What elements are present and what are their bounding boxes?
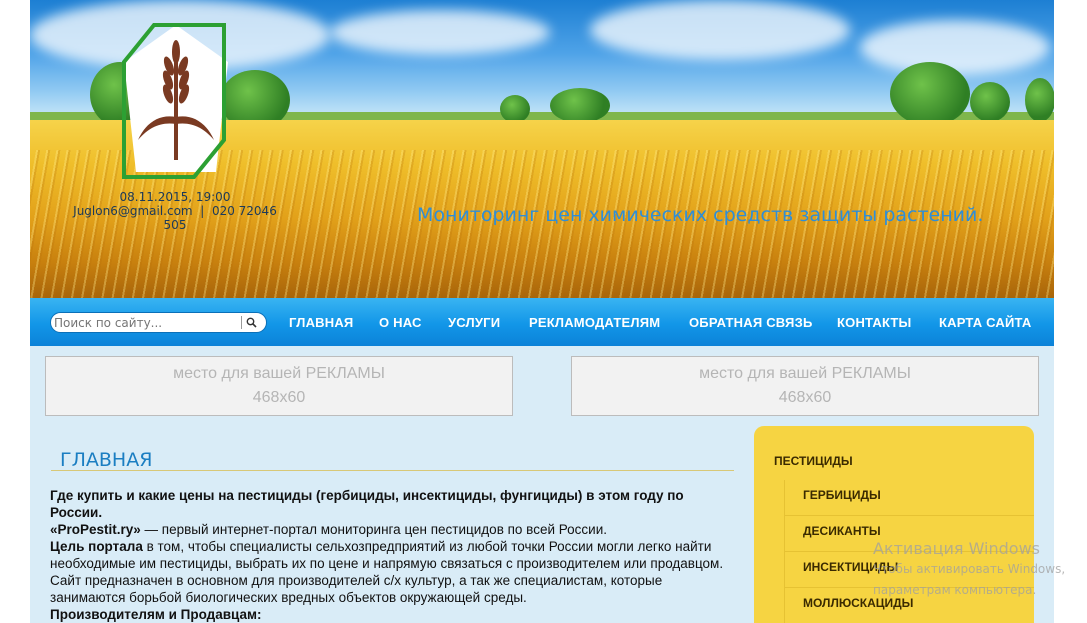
brand-name: «ProPestit.ry» xyxy=(50,522,141,537)
ad-text: место для вашей РЕКЛАМЫ xyxy=(699,365,911,382)
nav-item-contacts[interactable]: КОНТАКТЫ xyxy=(837,315,911,330)
header-separator: | xyxy=(200,204,205,218)
ad-size: 468x60 xyxy=(252,389,306,406)
producers-heading: Производителям и Продавцам: xyxy=(50,607,262,622)
search-box xyxy=(50,312,267,333)
header-banner: 08.11.2015, 19:00 Juglon6@gmail.com | 02… xyxy=(30,0,1054,298)
windows-activation-watermark: Активация Windows Чтобы активировать Win… xyxy=(873,539,1065,600)
goal-text: в том, чтобы специалисты сельхозпредприя… xyxy=(50,539,724,605)
page-title: ГЛАВНАЯ xyxy=(60,449,153,471)
brand-description: — первый интернет-портал мониторинга цен… xyxy=(140,522,608,537)
nav-item-home[interactable]: ГЛАВНАЯ xyxy=(289,315,353,330)
nav-item-services[interactable]: УСЛУГИ xyxy=(448,315,500,330)
wheat-logo-icon[interactable] xyxy=(120,22,232,180)
watermark-line-1: Чтобы активировать Windows, xyxy=(873,562,1066,576)
intro-heading: Где купить и какие цены на пестициды (ге… xyxy=(50,488,684,520)
site-tagline: Мониторинг цен химических средств защиты… xyxy=(417,204,984,226)
search-input[interactable] xyxy=(54,314,239,331)
sidebar-item-herbicides[interactable]: ГЕРБИЦИДЫ xyxy=(785,480,1034,516)
header-contacts: Juglon6@gmail.com | 020 72046 505 xyxy=(60,204,290,232)
nav-item-sitemap[interactable]: КАРТА САЙТА xyxy=(939,315,1031,330)
header-email[interactable]: Juglon6@gmail.com xyxy=(73,204,192,218)
ad-size: 468x60 xyxy=(778,389,832,406)
nav-item-advertisers[interactable]: РЕКЛАМОДАТЕЛЯМ xyxy=(529,315,660,330)
watermark-title: Активация Windows xyxy=(873,539,1040,558)
goal-label: Цель портала xyxy=(50,539,143,554)
ad-text: место для вашей РЕКЛАМЫ xyxy=(173,365,385,382)
main-content: Где купить и какие цены на пестициды (ге… xyxy=(50,487,736,623)
nav-item-about[interactable]: О НАС xyxy=(379,315,422,330)
ad-banner-right[interactable]: место для вашей РЕКЛАМЫ 468x60 xyxy=(571,356,1039,416)
search-button[interactable] xyxy=(241,316,261,329)
nav-item-feedback[interactable]: ОБРАТНАЯ СВЯЗЬ xyxy=(689,315,812,330)
title-divider xyxy=(51,470,734,471)
watermark-line-2: параметрам компьютера. xyxy=(873,583,1037,597)
main-nav: ГЛАВНАЯ О НАС УСЛУГИ РЕКЛАМОДАТЕЛЯМ ОБРА… xyxy=(30,298,1054,346)
search-icon xyxy=(246,317,257,328)
header-date: 08.11.2015, 19:00 xyxy=(119,190,231,204)
sidebar-heading[interactable]: ПЕСТИЦИДЫ xyxy=(774,454,853,468)
page: 08.11.2015, 19:00 Juglon6@gmail.com | 02… xyxy=(30,0,1054,623)
ad-banner-left[interactable]: место для вашей РЕКЛАМЫ 468x60 xyxy=(45,356,513,416)
